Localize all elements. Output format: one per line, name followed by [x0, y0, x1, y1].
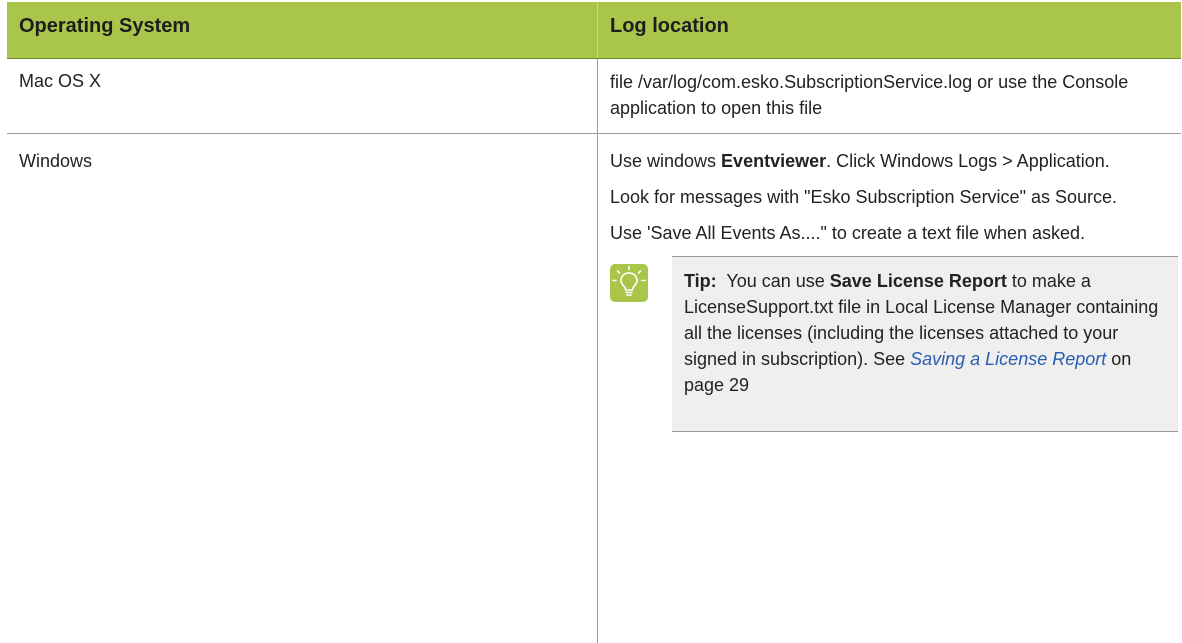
save-license-report-bold: Save License Report: [829, 271, 1007, 291]
source-instruction: Look for messages with "Esko Subscriptio…: [610, 187, 1118, 207]
tip-label: Tip:: [684, 271, 717, 291]
location-cell: Use windows Eventviewer. Click Windows L…: [597, 134, 1181, 643]
table-header: Operating System Log location: [7, 2, 1181, 59]
saving-license-report-link[interactable]: Saving a License Report: [910, 349, 1106, 369]
lightbulb-icon: [610, 264, 648, 302]
log-location-table: Operating System Log location Mac OS X f…: [7, 2, 1181, 643]
eventviewer-bold: Eventviewer: [721, 151, 827, 171]
table-row: Windows Use windows Eventviewer. Click W…: [7, 134, 1181, 643]
location-text: file /var/log/com.esko.SubscriptionServi…: [610, 72, 1129, 118]
tip-note: Tip: You can use Save License Report to …: [610, 256, 1181, 436]
eventviewer-instruction: Use windows Eventviewer. Click Windows L…: [610, 151, 1110, 171]
location-cell: file /var/log/com.esko.SubscriptionServi…: [597, 59, 1181, 133]
header-log-location: Log location: [597, 2, 1181, 58]
os-cell: Mac OS X: [19, 71, 102, 91]
save-instruction: Use 'Save All Events As...." to create a…: [610, 223, 1086, 243]
os-cell: Windows: [19, 151, 93, 171]
header-operating-system: Operating System: [19, 15, 191, 37]
table-row: Mac OS X file /var/log/com.esko.Subscrip…: [7, 59, 1181, 134]
tip-box: Tip: You can use Save License Report to …: [672, 256, 1178, 432]
